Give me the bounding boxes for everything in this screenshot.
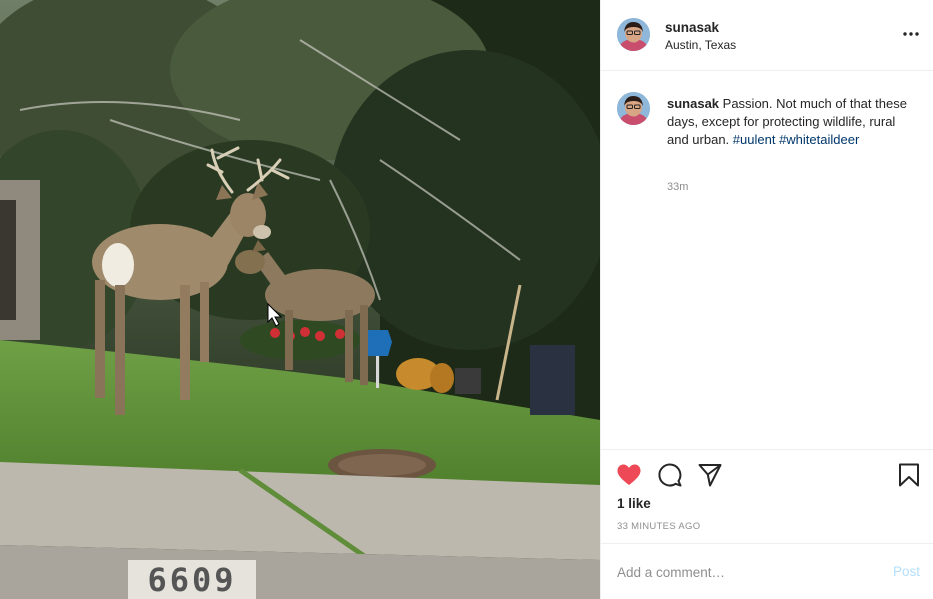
avatar[interactable] [617, 18, 650, 51]
header-username[interactable]: sunasak [665, 20, 719, 35]
save-button[interactable] [896, 462, 922, 488]
comment-input[interactable] [617, 561, 867, 583]
caption-text: sunasak Passion. Not much of that these … [667, 95, 907, 149]
caption-username[interactable]: sunasak [667, 96, 719, 111]
hashtag-link[interactable]: #whitetaildeer [779, 132, 859, 147]
hashtag-link[interactable]: #uulent [733, 132, 776, 147]
caption-timestamp[interactable]: 33m [667, 181, 688, 193]
comment-bar: Post [601, 543, 933, 599]
post-header: sunasak Austin, Texas [601, 0, 933, 71]
post-side-panel: sunasak Austin, Texas sunasak Passion. N… [600, 0, 933, 599]
deer-photo-image [0, 0, 600, 599]
post-actions: 1 like 33 MINUTES AGO [601, 449, 933, 543]
heart-filled-icon [617, 464, 641, 485]
house-number: 6609 [147, 561, 237, 599]
like-count[interactable]: 1 like [617, 496, 651, 511]
share-button[interactable] [697, 462, 723, 488]
more-options-icon[interactable] [900, 26, 922, 42]
post-comment-button[interactable]: Post [893, 564, 920, 579]
paper-plane-icon [698, 464, 722, 487]
post-timestamp[interactable]: 33 MINUTES AGO [617, 521, 700, 532]
bookmark-icon [899, 463, 919, 487]
header-location[interactable]: Austin, Texas [665, 38, 736, 52]
comment-button[interactable] [657, 462, 683, 488]
caption-avatar[interactable] [617, 92, 650, 125]
post-photo[interactable]: 6609 [0, 0, 600, 599]
like-button[interactable] [616, 462, 642, 488]
comment-bubble-icon [658, 463, 682, 487]
